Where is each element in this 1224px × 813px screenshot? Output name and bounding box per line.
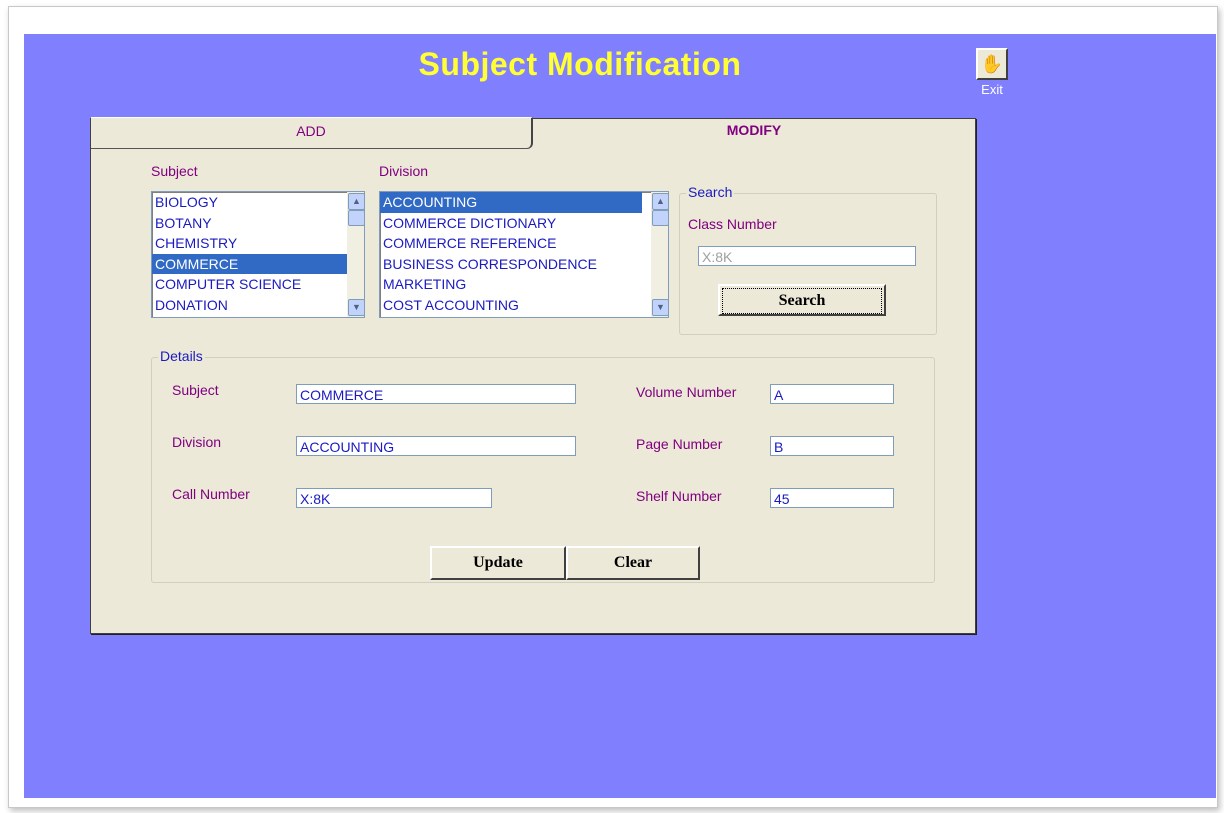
scroll-thumb[interactable] [348, 210, 365, 226]
subject-list-label: Subject [151, 163, 198, 179]
hand-icon[interactable]: ✋ [976, 48, 1008, 80]
list-item[interactable]: COMMERCE REFERENCE [380, 233, 668, 254]
search-button-label: Search [778, 292, 826, 309]
subject-scrollbar[interactable]: ▲ ▼ [347, 192, 365, 317]
update-button[interactable]: Update [430, 546, 566, 580]
search-group-legend: Search [686, 184, 735, 200]
details-division-label: Division [172, 434, 222, 450]
list-item[interactable]: CHEMISTRY [152, 233, 364, 254]
list-item[interactable]: DONATION [152, 295, 364, 316]
page-number-field[interactable]: B [770, 436, 894, 456]
search-group: Search Class Number X:8K Search [679, 184, 937, 335]
class-number-input[interactable]: X:8K [698, 246, 916, 266]
list-item[interactable]: COST ACCOUNTING [380, 295, 668, 316]
scroll-up-icon[interactable]: ▲ [652, 193, 669, 210]
details-group: Details Subject COMMERCE Division ACCOUN… [151, 348, 935, 583]
list-item[interactable]: BIOLOGY [152, 192, 364, 213]
exit-label: Exit [981, 82, 1003, 97]
list-item-selected[interactable]: COMMERCE [152, 253, 347, 274]
app-window: Subject Modification ✋ Exit ADD MODIFY S… [24, 34, 1216, 798]
volume-number-field[interactable]: A [770, 384, 894, 404]
subject-listbox[interactable]: BIOLOGY BOTANY CHEMISTRY COMMERCE COMPUT… [151, 191, 365, 318]
division-listbox[interactable]: ACCOUNTING COMMERCE DICTIONARY COMMERCE … [379, 191, 669, 318]
list-item[interactable]: COMMERCE DICTIONARY [380, 213, 668, 234]
tab-modify[interactable]: MODIFY [533, 117, 975, 147]
exit-control[interactable]: ✋ Exit [972, 48, 1012, 97]
scroll-down-icon[interactable]: ▼ [652, 299, 669, 316]
clear-button[interactable]: Clear [566, 546, 700, 580]
tab-add[interactable]: ADD [91, 117, 533, 149]
search-button[interactable]: Search [718, 284, 886, 316]
shelf-number-field[interactable]: 45 [770, 488, 894, 508]
tab-panel: ADD MODIFY Subject BIOLOGY BOTANY CHEMIS… [90, 117, 976, 634]
shelf-number-label: Shelf Number [636, 488, 722, 504]
details-subject-label: Subject [172, 382, 219, 398]
details-call-number-field[interactable]: X:8K [296, 488, 492, 508]
scroll-down-icon[interactable]: ▼ [348, 299, 365, 316]
list-item[interactable]: COMPUTER SCIENCE [152, 274, 364, 295]
list-item-selected[interactable]: ACCOUNTING [380, 192, 642, 213]
tab-modify-label: MODIFY [726, 122, 782, 138]
details-group-legend: Details [158, 348, 205, 364]
scroll-up-icon[interactable]: ▲ [348, 193, 365, 210]
list-item[interactable]: BOTANY [152, 213, 364, 234]
details-call-number-label: Call Number [172, 486, 250, 502]
list-item[interactable]: MARKETING [380, 274, 668, 295]
tab-add-label: ADD [296, 123, 326, 139]
details-division-field[interactable]: ACCOUNTING [296, 436, 576, 456]
division-scrollbar[interactable]: ▲ ▼ [651, 192, 669, 317]
scroll-thumb[interactable] [652, 210, 669, 226]
list-item[interactable]: BUSINESS CORRESPONDENCE [380, 254, 668, 275]
page-number-label: Page Number [636, 436, 723, 452]
volume-number-label: Volume Number [636, 384, 737, 400]
details-subject-field[interactable]: COMMERCE [296, 384, 576, 404]
class-number-label: Class Number [688, 216, 777, 232]
division-list-label: Division [379, 163, 429, 179]
